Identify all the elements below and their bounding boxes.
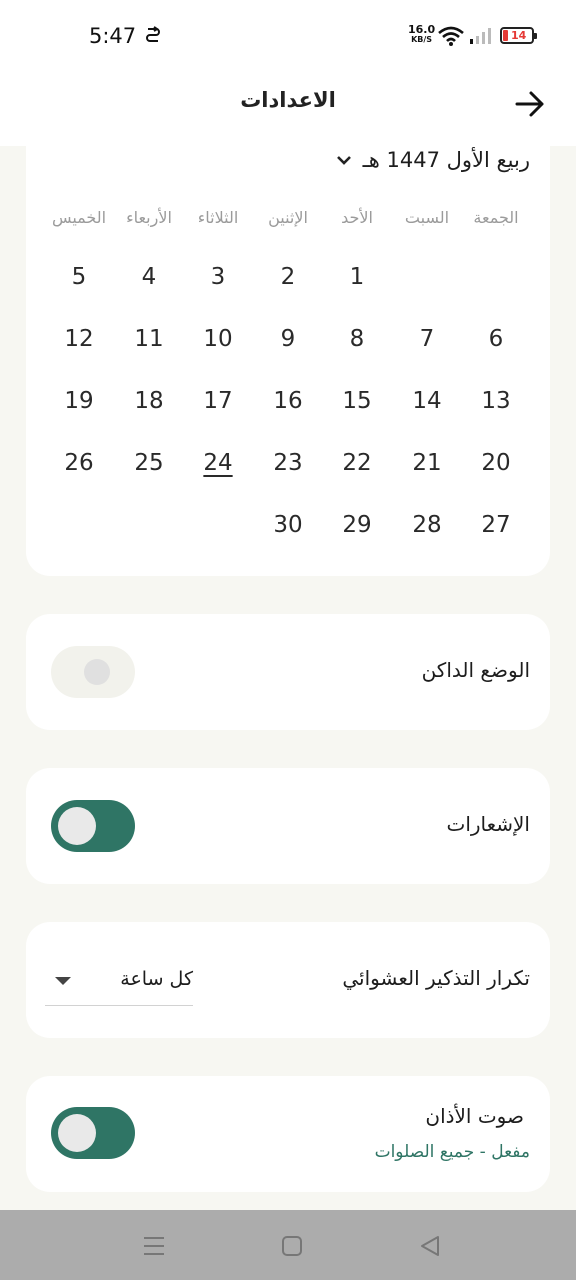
status-bar: 5:47 16.0 KB/S 14 <box>0 0 576 70</box>
calendar-day[interactable]: 28 <box>402 512 452 538</box>
calendar-day[interactable]: 21 <box>402 450 452 476</box>
calendar-day[interactable]: 29 <box>332 512 382 538</box>
back-triangle-icon[interactable] <box>416 1232 444 1260</box>
dark-mode-card: الوضع الداكن <box>26 614 550 730</box>
calendar-card: ربيع الأول 1447 هـ الجمعة السبت الأحد الإثن… <box>26 120 550 576</box>
calendar-day[interactable]: 9 <box>263 326 313 352</box>
chevron-down-icon <box>336 156 351 165</box>
calendar-day[interactable]: 19 <box>54 388 104 414</box>
dropdown-arrow-icon <box>55 977 71 985</box>
random-reminder-card: تكرار التذكير العشوائي كل ساعة <box>26 922 550 1038</box>
reminder-frequency-value: كل ساعة <box>120 968 193 990</box>
weekday-label: السبت <box>404 208 450 227</box>
weekday-label: الأربعاء <box>126 208 172 227</box>
dark-mode-toggle[interactable] <box>51 646 135 698</box>
battery-level: 14 <box>511 29 527 42</box>
calendar-day[interactable]: 3 <box>193 264 243 290</box>
adhan-sound-label: صوت الأذان <box>425 1104 524 1128</box>
dark-mode-label: الوضع الداكن <box>421 658 530 682</box>
adhan-sound-status: مفعل - جميع الصلوات <box>374 1142 530 1162</box>
calendar-day[interactable]: 4 <box>124 264 174 290</box>
calendar-day[interactable]: 16 <box>263 388 313 414</box>
calendar-day[interactable]: 22 <box>332 450 382 476</box>
notifications-card: الإشعارات <box>26 768 550 884</box>
wifi-icon <box>438 26 464 46</box>
calendar-day[interactable]: 6 <box>471 326 521 352</box>
weekday-label: الأحد <box>341 208 373 227</box>
system-nav-bar <box>0 1210 576 1280</box>
adhan-sound-toggle[interactable] <box>51 1107 135 1159</box>
calendar-day[interactable]: 23 <box>263 450 313 476</box>
random-reminder-label: تكرار التذكير العشوائي <box>342 966 530 990</box>
calendar-day[interactable]: 1 <box>332 264 382 290</box>
menu-icon[interactable] <box>140 1232 168 1260</box>
network-speed-unit: KB/S <box>411 35 433 44</box>
calendar-day[interactable]: 2 <box>263 264 313 290</box>
notifications-toggle[interactable] <box>51 800 135 852</box>
calendar-day[interactable]: 14 <box>402 388 452 414</box>
calendar-day[interactable]: 20 <box>471 450 521 476</box>
sync-icon <box>146 26 160 42</box>
calendar-day[interactable]: 8 <box>332 326 382 352</box>
calendar-day[interactable]: 27 <box>471 512 521 538</box>
month-selector[interactable]: ربيع الأول 1447 هـ <box>335 148 530 172</box>
calendar-day-today[interactable]: 24 <box>193 450 243 476</box>
calendar-day[interactable]: 15 <box>332 388 382 414</box>
battery-fill <box>503 30 508 41</box>
adhan-sound-card: صوت الأذان مفعل - جميع الصلوات <box>26 1076 550 1192</box>
page-title: الاعدادات <box>240 88 336 112</box>
reminder-frequency-select[interactable]: كل ساعة <box>45 964 193 1006</box>
calendar-day[interactable]: 10 <box>193 326 243 352</box>
battery-icon: 14 <box>500 27 537 44</box>
weekday-label: الثلاثاء <box>197 208 239 227</box>
calendar-day[interactable]: 5 <box>54 264 104 290</box>
calendar-day[interactable]: 12 <box>54 326 104 352</box>
calendar-day[interactable]: 13 <box>471 388 521 414</box>
calendar-day[interactable]: 18 <box>124 388 174 414</box>
signal-icon <box>470 28 491 44</box>
arrow-right-icon[interactable] <box>512 86 548 122</box>
weekday-header: الجمعة السبت الأحد الإثنين الثلاثاء الأربعاء ا… <box>44 208 532 232</box>
home-square-icon[interactable] <box>278 1232 306 1260</box>
calendar-day[interactable]: 25 <box>124 450 174 476</box>
toggle-knob <box>84 659 110 685</box>
weekday-label: الجمعة <box>473 208 519 227</box>
calendar-day[interactable]: 30 <box>263 512 313 538</box>
calendar-day[interactable]: 17 <box>193 388 243 414</box>
toggle-knob <box>58 1114 96 1152</box>
weekday-label: الإثنين <box>268 208 308 227</box>
app-header: الاعدادات <box>0 70 576 146</box>
notifications-label: الإشعارات <box>446 812 530 836</box>
calendar-day[interactable]: 11 <box>124 326 174 352</box>
toggle-knob <box>58 807 96 845</box>
month-label: ربيع الأول 1447 هـ <box>362 148 530 172</box>
status-time: 5:47 <box>89 24 137 48</box>
weekday-label: الخميس <box>51 208 107 227</box>
network-speed: 16.0 KB/S <box>408 24 435 45</box>
calendar-day[interactable]: 26 <box>54 450 104 476</box>
calendar-day[interactable]: 7 <box>402 326 452 352</box>
